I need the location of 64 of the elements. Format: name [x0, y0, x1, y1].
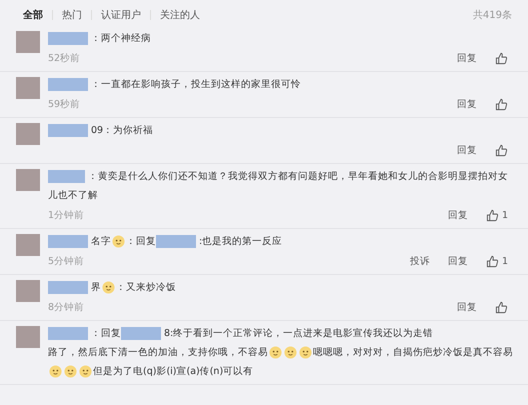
smiley-icon: [64, 365, 77, 378]
comment-time: 1分钟前: [48, 208, 84, 222]
comment-text: 界: [91, 281, 101, 294]
comment-time: 59秒前: [48, 98, 80, 110]
filter-tab[interactable]: 认证用户: [101, 8, 141, 22]
filter-tab[interactable]: 热门: [62, 8, 82, 22]
like-count: 1: [502, 210, 508, 220]
blurred-name: [48, 235, 88, 248]
smiley-icon: [79, 365, 92, 378]
smiley-icon: [112, 235, 125, 248]
avatar: [16, 326, 40, 348]
comment-text: ：黄奕是什么人你们还不知道？我觉得双方都有问题好吧，早年看她和女儿的合影明显摆拍对女: [88, 170, 508, 183]
avatar: [16, 123, 40, 145]
action-link[interactable]: 回复: [457, 98, 477, 110]
smiley-icon: [49, 365, 62, 378]
action-link[interactable]: 回复: [457, 144, 477, 156]
avatar: [16, 234, 40, 256]
thumbs-up-icon[interactable]: [486, 208, 499, 222]
comment-time: 8分钟前: [48, 300, 84, 314]
thumbs-up-icon[interactable]: [495, 300, 508, 314]
comment-text: ：一直都在影响孩子，投生到这样的家里很可怜: [91, 78, 301, 91]
avatar: [16, 169, 40, 191]
comment-text: 但是为了电(q)影(i)宣(a)传(n)可以有: [93, 365, 254, 378]
comment-text: ：两个神经病: [91, 32, 151, 45]
filter-tab[interactable]: 全部: [23, 8, 43, 22]
comment-count: 共419条: [472, 8, 512, 22]
comment-time: 5分钟前: [48, 254, 84, 268]
smiley-icon: [269, 346, 282, 359]
comment-text: 09：为你祈福: [91, 124, 154, 137]
avatar: [16, 31, 40, 53]
comment-time: 52秒前: [48, 52, 80, 64]
blurred-name: [48, 32, 88, 45]
smiley-icon: [102, 281, 115, 294]
blurred-name: [121, 327, 161, 340]
avatar: [16, 77, 40, 99]
action-link[interactable]: 投诉: [410, 254, 430, 268]
action-link[interactable]: 回复: [448, 254, 468, 268]
comment-text: 8:终于看到一个正常评论，一点进来是电影宣传我还以为走错: [164, 327, 434, 340]
comment-text: ：回复: [91, 327, 121, 340]
filter-tab[interactable]: 关注的人: [160, 8, 200, 22]
comment-text: 名字: [91, 235, 111, 248]
action-link[interactable]: 回复: [457, 300, 477, 314]
comment-text: :也是我的第一反应: [199, 235, 282, 248]
comment-text: ：又来炒冷饭: [116, 281, 176, 294]
like-count: 1: [502, 256, 508, 266]
thumbs-up-icon[interactable]: [486, 254, 499, 268]
blurred-name: [48, 327, 88, 340]
smiley-icon: [299, 346, 312, 359]
thumbs-up-icon[interactable]: [495, 144, 508, 156]
comment-text: ：回复: [126, 235, 156, 248]
action-link[interactable]: 回复: [457, 52, 477, 64]
comment-text: 儿也不了解: [48, 189, 98, 202]
blurred-name: [156, 235, 196, 248]
thumbs-up-icon[interactable]: [495, 52, 508, 64]
comment-text: 路了，然后底下清一色的加油，支持你哦，不容易: [48, 346, 268, 359]
blurred-name: [48, 78, 88, 91]
action-link[interactable]: 回复: [448, 208, 468, 222]
avatar: [16, 280, 40, 302]
smiley-icon: [284, 346, 297, 359]
comment-text: 嗯嗯嗯，对对对，自揭伤疤炒冷饭是真不容易: [313, 346, 513, 359]
thumbs-up-icon[interactable]: [495, 98, 508, 110]
blurred-name: [48, 124, 88, 137]
blurred-name: [48, 281, 88, 294]
blurred-name: [48, 170, 85, 183]
